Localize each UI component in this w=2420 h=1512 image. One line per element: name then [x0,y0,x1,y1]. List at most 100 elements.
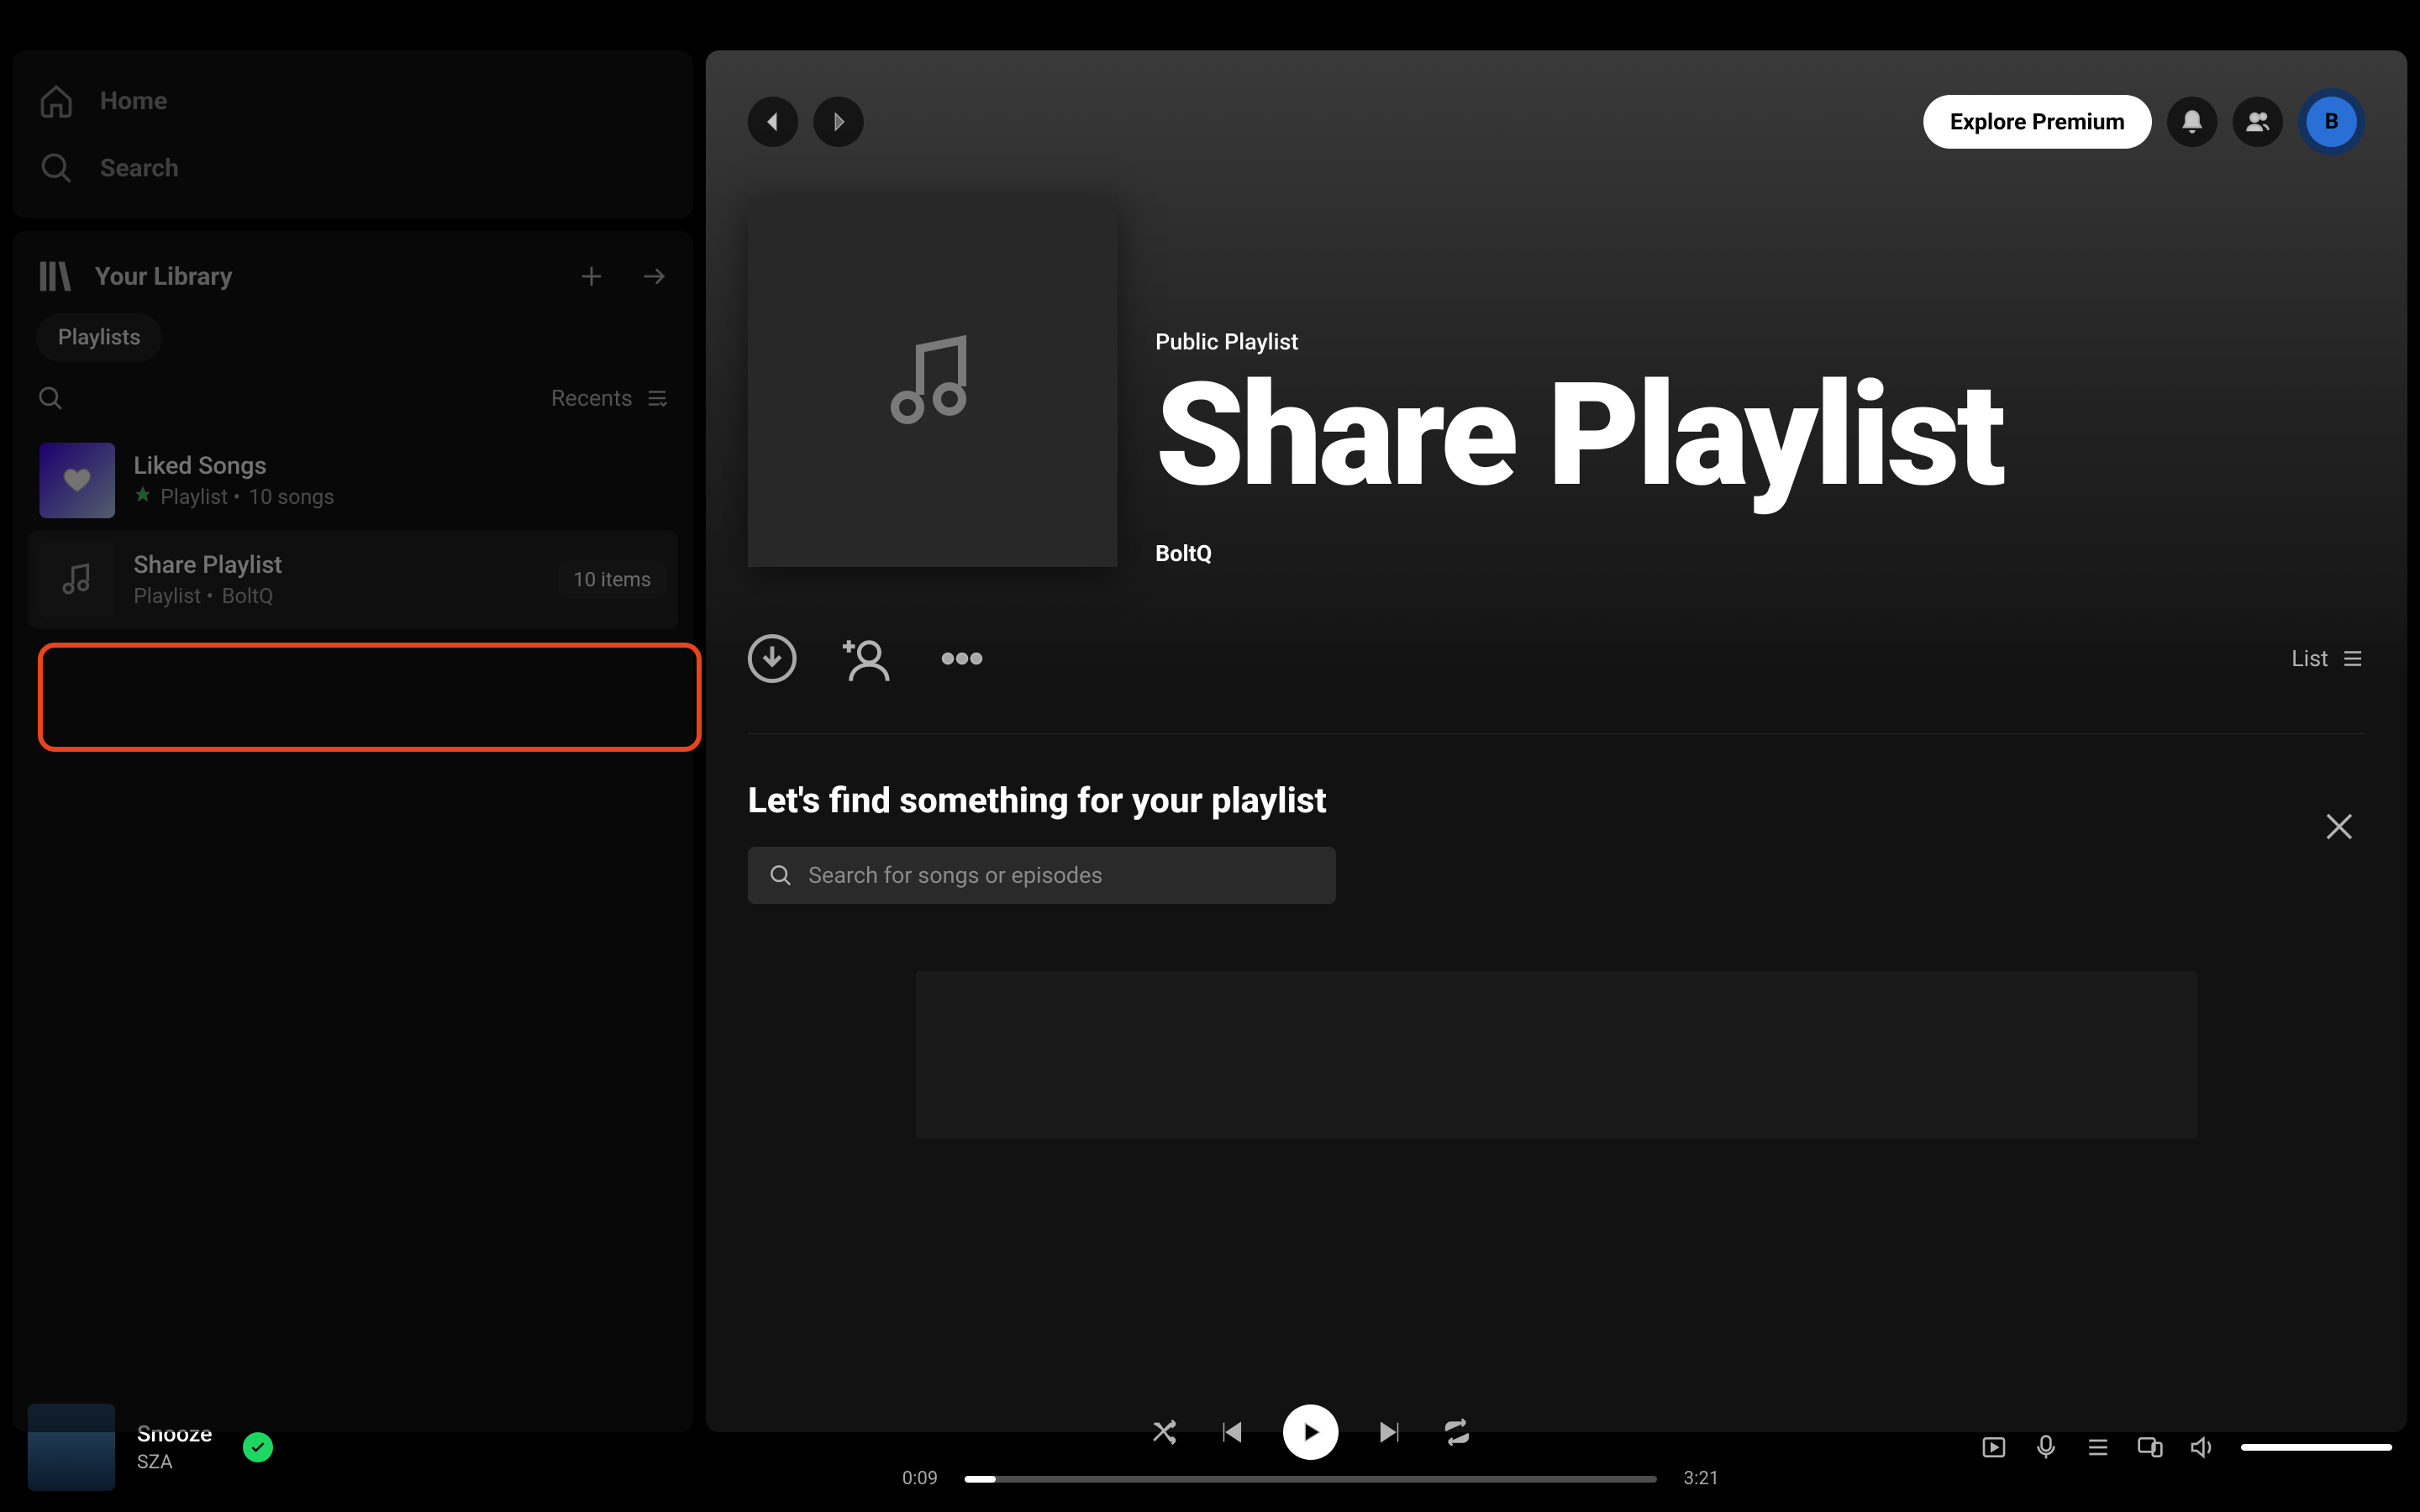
library-list: Liked Songs Playlist • 10 songs Share Pl… [13,426,693,634]
search-icon [36,384,65,412]
library-item-share-playlist[interactable]: Share Playlist Playlist • BoltQ 10 items [28,530,678,629]
filter-chip-playlists[interactable]: Playlists [36,313,162,362]
explore-premium-button[interactable]: Explore Premium [1923,95,2152,149]
playlist-thumb [39,542,115,617]
skip-back-icon [1217,1418,1245,1446]
queue-button[interactable] [2085,1434,2112,1461]
duration-time: 3:21 [1672,1468,1731,1489]
more-horizontal-icon [938,634,986,683]
saved-check-icon[interactable] [243,1432,273,1462]
download-button[interactable] [748,634,797,683]
volume-bar[interactable] [2241,1444,2392,1451]
home-icon [38,82,75,119]
user-avatar[interactable]: B [2298,88,2365,155]
library-sort[interactable]: Recents [551,385,670,412]
library-search-button[interactable] [36,384,65,412]
music-note-icon [882,332,983,433]
play-icon [1297,1419,1324,1446]
next-button[interactable] [1376,1418,1405,1446]
sidebar: Home Search Your Library Playlists [13,50,693,1432]
invite-collaborators-button[interactable] [843,634,892,683]
more-options-button[interactable] [938,634,986,683]
shuffle-button[interactable] [1150,1418,1179,1446]
lyrics-button[interactable] [2033,1434,2060,1461]
playlist-cover[interactable] [748,197,1118,567]
library-toggle[interactable]: Your Library [38,258,577,295]
nav-home[interactable]: Home [38,67,668,134]
devices-icon [2137,1434,2164,1461]
item-count-badge: 10 items [558,561,666,598]
microphone-icon [2033,1434,2060,1461]
music-note-icon [60,562,95,597]
library-panel: Your Library Playlists Recents [13,231,693,1432]
friends-button[interactable] [2233,97,2283,147]
view-mode-toggle[interactable]: List [2291,645,2365,672]
view-mode-label: List [2291,645,2328,672]
recommendations-placeholder [916,971,2197,1139]
playlist-hero: Explore Premium B Public Playlist Share … [706,50,2407,601]
close-find-button[interactable] [2322,809,2357,844]
divider [748,733,2365,734]
find-songs-heading: Let's find something for your playlist [748,780,2365,822]
now-playing-title[interactable]: Snooze [137,1420,213,1447]
people-icon [2245,109,2270,134]
elapsed-time: 0:09 [891,1468,950,1489]
list-view-icon [2340,646,2365,671]
playlist-owner[interactable]: BoltQ [1155,540,2002,567]
shuffle-icon [1150,1418,1179,1446]
arrow-right-icon [639,262,668,291]
close-icon [2322,809,2357,844]
nav-panel: Home Search [13,50,693,218]
plus-icon [577,262,606,291]
library-sort-label: Recents [551,385,633,412]
bell-icon [2180,109,2205,134]
library-item-name: Liked Songs [134,452,666,480]
now-playing-view-button[interactable] [1981,1434,2007,1461]
library-title: Your Library [95,262,233,291]
library-icon [38,258,75,295]
previous-button[interactable] [1217,1418,1245,1446]
heart-icon [62,465,92,496]
nav-search-label: Search [100,154,179,183]
download-icon [748,634,797,683]
pin-icon [134,486,152,510]
check-icon [250,1439,266,1456]
now-playing-view-icon [1981,1434,2007,1461]
play-button[interactable] [1283,1404,1339,1460]
liked-songs-thumb [39,443,115,518]
nav-back-button[interactable] [748,97,798,147]
volume-button[interactable] [2189,1434,2216,1461]
library-item-sub-prefix: Playlist • [134,585,213,609]
repeat-button[interactable] [1443,1418,1471,1446]
search-icon [38,150,75,186]
skip-forward-icon [1376,1418,1405,1446]
library-item-liked-songs[interactable]: Liked Songs Playlist • 10 songs [28,431,678,530]
connect-device-button[interactable] [2137,1434,2164,1461]
nav-home-label: Home [100,87,167,116]
seek-fill [965,1476,996,1483]
volume-icon [2189,1434,2216,1461]
nav-search[interactable]: Search [38,134,668,202]
nav-forward-button[interactable] [813,97,864,147]
library-item-name: Share Playlist [134,551,539,580]
queue-icon [2085,1434,2112,1461]
find-songs-section: Let's find something for your playlist [706,725,2407,1257]
create-playlist-button[interactable] [577,262,606,291]
find-songs-search[interactable] [748,847,1336,904]
add-user-icon [843,634,892,683]
repeat-icon [1443,1418,1471,1446]
library-item-sub-prefix: Playlist • [160,486,240,510]
find-songs-input[interactable] [808,862,1316,889]
list-icon [644,386,670,411]
chevron-right-icon [826,109,851,134]
expand-library-button[interactable] [639,262,668,291]
search-icon [768,863,793,888]
now-playing-cover[interactable] [28,1404,115,1491]
seek-bar[interactable] [965,1476,1657,1483]
player-bar: Snooze SZA 0:09 3:21 [13,1382,2407,1512]
library-item-sub-suffix: BoltQ [222,585,273,609]
now-playing-artist[interactable]: SZA [137,1451,213,1473]
notifications-button[interactable] [2167,97,2217,147]
chevron-left-icon [760,109,786,134]
playlist-title[interactable]: Share Playlist [1155,364,2002,507]
